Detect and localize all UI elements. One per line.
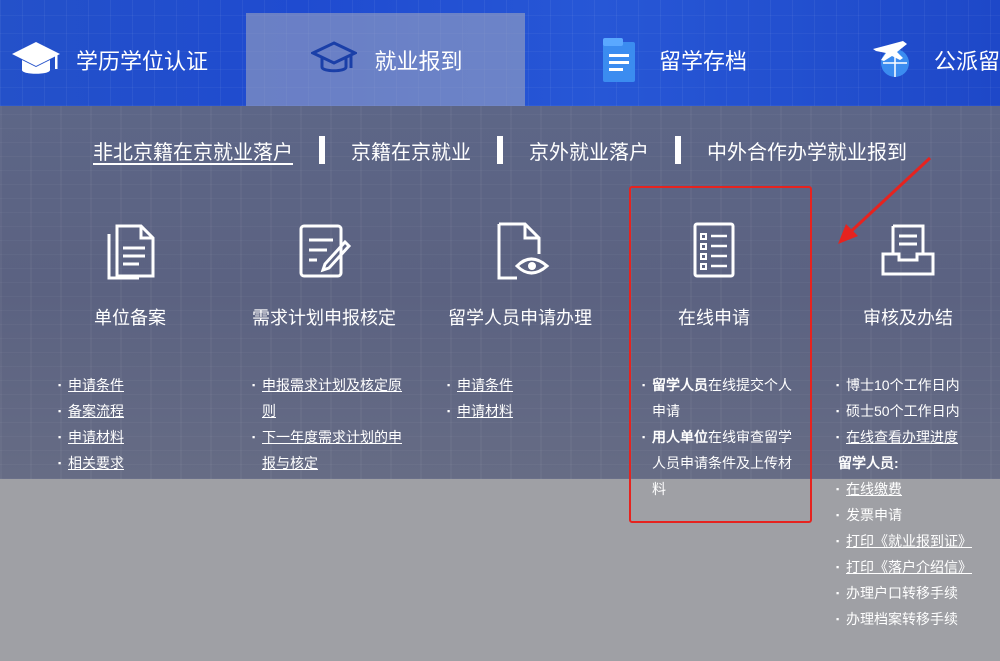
subnav-non-beijing-settlement[interactable]: 非北京籍在京就业落户 — [67, 136, 319, 165]
link-payment[interactable]: 在线缴费 — [846, 481, 902, 497]
link-conditions[interactable]: 申请条件 — [68, 377, 124, 393]
link-materials[interactable]: 申请材料 — [457, 403, 513, 419]
document-folder-icon — [593, 34, 645, 86]
mortarboard-outline-icon — [308, 34, 360, 86]
step-applicant-processing: 留学人员申请办理 — [430, 218, 610, 330]
heading-text: 留学人员: — [838, 455, 899, 471]
subnav-outside-beijing-settlement[interactable]: 京外就业落户 — [503, 136, 675, 165]
link-materials[interactable]: 申请材料 — [68, 429, 124, 445]
list-item: 在线缴费 — [836, 476, 996, 502]
subnav-beijing-employment[interactable]: 京籍在京就业 — [325, 136, 497, 165]
step-title: 单位备案 — [94, 308, 166, 328]
step-title: 留学人员申请办理 — [448, 308, 592, 328]
item-text: 办理户口转移手续 — [846, 585, 958, 601]
link-conditions[interactable]: 申请条件 — [457, 377, 513, 393]
item-text: 办理档案转移手续 — [846, 611, 958, 627]
item-text: 发票申请 — [846, 507, 902, 523]
graduation-cap-icon — [10, 34, 62, 86]
step-demand-plan: 需求计划申报核定 — [234, 218, 414, 330]
unit-filing-links: 申请条件 备案流程 申请材料 相关要求 — [58, 372, 124, 476]
list-item: 申报需求计划及核定原则 — [252, 372, 412, 424]
link-requirements[interactable]: 相关要求 — [68, 455, 124, 471]
list-item: 博士10个工作日内 — [836, 372, 996, 398]
list-item: 硕士50个工作日内 — [836, 398, 996, 424]
link-filing-process[interactable]: 备案流程 — [68, 403, 124, 419]
list-item: 申请条件 — [58, 372, 124, 398]
list-item: 备案流程 — [58, 398, 124, 424]
form-edit-icon — [289, 218, 359, 284]
highlight-box — [629, 186, 812, 523]
airplane-globe-icon — [868, 34, 920, 86]
tab-label: 学历学位认证 — [76, 48, 209, 74]
step-title: 需求计划申报核定 — [252, 308, 396, 328]
tab-public-study[interactable]: 公派留 — [868, 13, 1000, 106]
list-item: 申请材料 — [58, 424, 124, 450]
list-item: 打印《就业报到证》 — [836, 528, 996, 554]
item-text: 硕士50个工作日内 — [846, 403, 960, 419]
annotation-arrow — [838, 156, 932, 244]
link-plan-declaration[interactable]: 申报需求计划及核定原则 — [262, 377, 402, 419]
link-print-report-cert[interactable]: 打印《就业报到证》 — [846, 533, 972, 549]
list-item: 申请条件 — [447, 372, 513, 398]
list-item: 打印《落户介绍信》 — [836, 554, 996, 580]
review-completion-items: 博士10个工作日内 硕士50个工作日内 在线查看办理进度 留学人员: 在线缴费 … — [836, 372, 996, 632]
link-print-settlement-letter[interactable]: 打印《落户介绍信》 — [846, 559, 972, 575]
link-progress[interactable]: 在线查看办理进度 — [846, 429, 958, 445]
item-text: 博士10个工作日内 — [846, 377, 960, 393]
list-heading: 留学人员: — [836, 450, 996, 476]
tab-degree-certification[interactable]: 学历学位认证 — [10, 13, 208, 106]
tab-label: 就业报到 — [374, 48, 463, 74]
list-item: 下一年度需求计划的申报与核定 — [252, 424, 412, 476]
top-nav-bar: 学历学位认证 就业报到 留学存档 公派留 — [0, 0, 1000, 106]
list-item: 在线查看办理进度 — [836, 424, 996, 450]
list-item: 办理户口转移手续 — [836, 580, 996, 606]
list-item: 办理档案转移手续 — [836, 606, 996, 632]
list-item: 相关要求 — [58, 450, 124, 476]
document-eye-icon — [485, 218, 555, 284]
step-title: 审核及办结 — [863, 308, 953, 328]
list-item: 发票申请 — [836, 502, 996, 528]
list-item: 申请材料 — [447, 398, 513, 424]
tab-label: 留学存档 — [659, 48, 748, 74]
step-unit-filing: 单位备案 — [40, 218, 220, 330]
demand-plan-links: 申报需求计划及核定原则 下一年度需求计划的申报与核定 — [252, 372, 412, 476]
tab-study-archive[interactable]: 留学存档 — [593, 13, 747, 106]
link-next-year-plan[interactable]: 下一年度需求计划的申报与核定 — [262, 429, 402, 471]
tab-label: 公派留 — [934, 48, 1000, 74]
documents-icon — [95, 218, 165, 284]
applicant-processing-links: 申请条件 申请材料 — [447, 372, 513, 424]
tab-employment-report[interactable]: 就业报到 — [246, 13, 525, 106]
